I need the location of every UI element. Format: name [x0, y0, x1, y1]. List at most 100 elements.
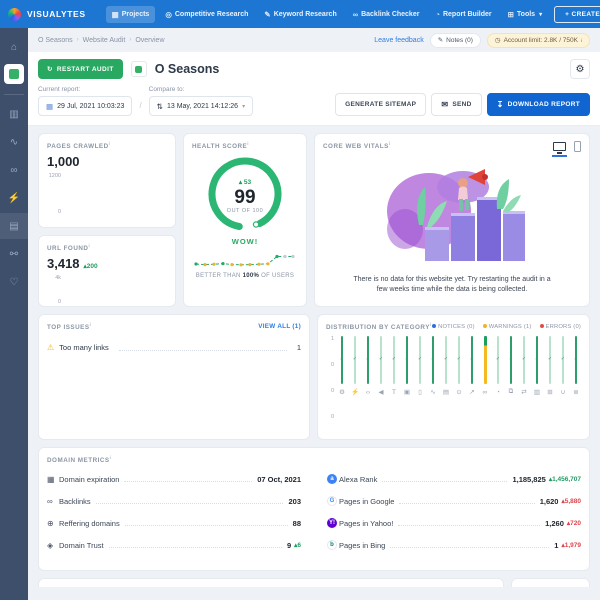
nav-item-keyword-research[interactable]: ✎Keyword Research: [258, 6, 342, 23]
metric-value: 07 Oct, 2021: [257, 475, 301, 484]
top-navigation-bar: VISUALYTES ▦Projects◎Competitive Researc…: [0, 0, 600, 28]
generate-sitemap-button[interactable]: GENERATE SITEMAP: [335, 93, 426, 116]
category-column[interactable]: ✓: [506, 336, 516, 384]
metric-delta: ▴6: [294, 541, 301, 549]
check-icon: ✓: [548, 356, 552, 362]
category-column[interactable]: ✓: [389, 336, 399, 384]
metric-label: Pages in Yahoo!: [339, 519, 393, 528]
metric-row: aAlexa Rank1,185,825▴1,456,707: [327, 468, 581, 490]
category-column[interactable]: ✓: [402, 336, 412, 384]
sidebar-item-backlinks[interactable]: ∞: [0, 157, 28, 183]
view-all-link[interactable]: VIEW ALL (1): [258, 323, 301, 330]
category-column[interactable]: ✓: [441, 336, 451, 384]
home-icon: ⌂: [11, 42, 17, 53]
projects-icon: ▦: [112, 10, 119, 19]
metric-value: 88: [293, 519, 301, 528]
category-column[interactable]: ✓: [519, 336, 529, 384]
sidebar-item-home[interactable]: ⌂: [0, 34, 28, 60]
legend-dot: [432, 324, 436, 328]
metric-value: 1,185,825: [512, 475, 545, 484]
yahoo-icon: Y!: [327, 518, 337, 528]
category-column[interactable]: ✓: [467, 336, 477, 384]
category-column[interactable]: ✓: [415, 336, 425, 384]
breadcrumb: O Seasons › Website Audit › Overview Lea…: [28, 28, 600, 52]
current-report-label: Current report:: [38, 86, 132, 93]
nav-item-backlink-checker[interactable]: ∞Backlink Checker: [347, 6, 426, 23]
metric-label: Domain expiration: [59, 475, 119, 484]
text-icon: T: [389, 384, 399, 396]
calendar-icon: ▦: [47, 475, 59, 484]
dotted-leader: [398, 520, 540, 526]
leave-feedback-link[interactable]: Leave feedback: [374, 37, 423, 44]
sidebar-item-social[interactable]: ♡: [0, 269, 28, 295]
category-column[interactable]: ✓: [545, 336, 555, 384]
search-icon: ⊙: [454, 384, 464, 396]
download-report-button[interactable]: ↧DOWNLOAD REPORT: [487, 93, 590, 116]
notes-button[interactable]: ✎Notes (0): [430, 33, 481, 48]
compare-to-group: Compare to: ⇅ 13 May, 2021 14:12:26 ▾: [149, 86, 253, 116]
desktop-icon[interactable]: [553, 142, 566, 151]
category-column[interactable]: ✓: [532, 336, 542, 384]
axis-tick-label: 0: [331, 362, 334, 368]
category-column[interactable]: ✓: [363, 336, 373, 384]
report-builder-icon: ◔: [435, 10, 440, 19]
category-column[interactable]: ✓: [454, 336, 464, 384]
category-column[interactable]: ✓: [337, 336, 347, 384]
nav-item-report-builder[interactable]: ◔Report Builder: [429, 6, 497, 23]
sidebar-item-audit-reports[interactable]: ▤: [0, 213, 28, 239]
sidebar-item-rankings[interactable]: ▥: [0, 101, 28, 127]
nav-item-projects[interactable]: ▦Projects: [106, 6, 156, 23]
mobile-icon[interactable]: [574, 141, 581, 152]
send-button[interactable]: ✉SEND: [431, 93, 481, 116]
metric-row: ◈Domain Trust9▴6: [47, 534, 301, 556]
metric-delta: ▴1,456,707: [549, 475, 581, 483]
category-column[interactable]: ✓: [350, 336, 360, 384]
health-score-delta: ▴ 53: [238, 179, 252, 186]
audit-settings-button[interactable]: ⚙: [570, 59, 590, 79]
audit-header: ↻ RESTART AUDIT O Seasons ⚙ Current repo…: [28, 52, 600, 126]
url-found-title: URL FOUNDi: [47, 243, 167, 252]
globe-icon: ⊕: [47, 519, 59, 528]
keyword-research-icon: ✎: [264, 10, 270, 19]
dotted-leader: [109, 542, 282, 548]
restart-audit-button[interactable]: ↻ RESTART AUDIT: [38, 59, 123, 79]
sidebar-divider: [4, 94, 24, 95]
breadcrumb-section[interactable]: Website Audit: [83, 37, 126, 44]
breadcrumb-project[interactable]: O Seasons: [38, 37, 73, 44]
create-project-button[interactable]: + CREATE PROJECT: [554, 6, 600, 23]
compare-to-select[interactable]: ⇅ 13 May, 2021 14:12:26 ▾: [149, 96, 253, 116]
dotted-leader: [125, 520, 288, 526]
markup-icon: ∪: [558, 384, 568, 396]
sidebar-item-website-audit-active[interactable]: [4, 64, 24, 84]
category-column[interactable]: ✓: [493, 336, 503, 384]
category-column[interactable]: ✓: [376, 336, 386, 384]
axis-tick-label: 0: [331, 388, 334, 394]
nav-item-tools[interactable]: ⊞Tools▾: [502, 6, 548, 23]
compare-to-label: Compare to:: [149, 86, 253, 93]
link-building-icon: ⚯: [10, 249, 18, 260]
category-column[interactable]: ✓: [428, 336, 438, 384]
sidebar-item-link-building[interactable]: ⚯: [0, 241, 28, 267]
current-report-date[interactable]: ▦ 29 Jul, 2021 10:03:23: [38, 96, 132, 116]
distribution-legend: NOTICES (0)WARNINGS (1)ERRORS (0): [432, 324, 581, 330]
google-icon: G: [327, 496, 339, 506]
category-column[interactable]: ✓: [571, 336, 581, 384]
check-icon: ✓: [444, 356, 448, 362]
google-icon: G: [327, 496, 337, 506]
issue-count: 1: [297, 343, 301, 352]
category-column[interactable]: [480, 336, 490, 384]
issue-row[interactable]: ⚠ Too many links 1: [47, 343, 301, 352]
restart-icon: ↻: [47, 65, 53, 73]
sidebar-item-analytics[interactable]: ∿: [0, 129, 28, 155]
warning-icon: ⚠: [47, 343, 54, 352]
nav-item-competitive-research[interactable]: ◎Competitive Research: [159, 6, 254, 23]
content-icon: ▤: [441, 384, 451, 396]
backlink-checker-icon: ∞: [353, 10, 358, 19]
sidebar-item-monitoring[interactable]: ⚡: [0, 185, 28, 211]
category-column[interactable]: ✓: [558, 336, 568, 384]
mobile-icon: ▯: [415, 384, 425, 396]
dotted-leader: [399, 498, 534, 504]
axis-tick-label: 0: [331, 414, 334, 420]
dotted-leader: [382, 476, 507, 482]
international-icon: ⊕: [571, 384, 581, 396]
